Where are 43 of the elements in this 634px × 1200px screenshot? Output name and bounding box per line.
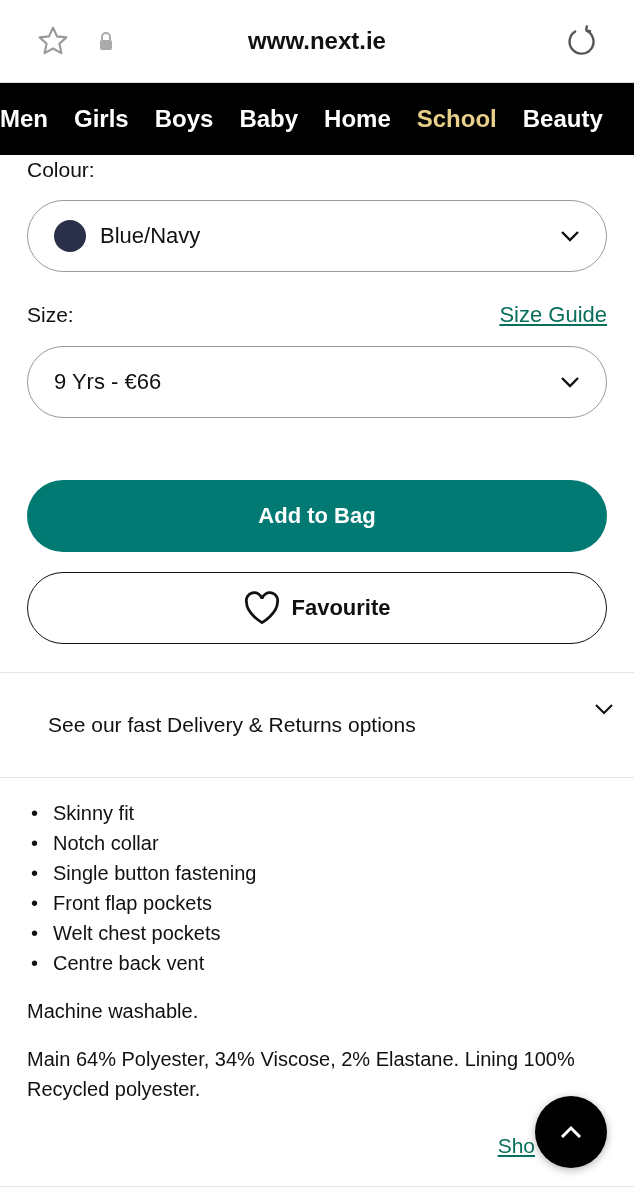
favourite-button[interactable]: Favourite <box>27 572 607 644</box>
composition-text: Main 64% Polyester, 34% Viscose, 2% Elastane. Lining 100% Recycled polyester. <box>27 1047 576 1102</box>
size-value: 9 Yrs - €66 <box>54 369 162 395</box>
size-guide-link[interactable]: Size Guide <box>499 302 607 328</box>
size-select[interactable]: 9 Yrs - €66 <box>27 346 607 418</box>
bullet-mark: • <box>31 831 39 856</box>
bullet-mark: • <box>31 801 39 826</box>
reload-icon[interactable] <box>566 25 598 57</box>
add-to-bag-button[interactable]: Add to Bag <box>27 480 607 552</box>
nav-link[interactable]: Men <box>0 105 48 133</box>
chevron-down-icon <box>560 230 580 242</box>
chevron-down-icon <box>560 376 580 388</box>
bullet-mark: • <box>31 951 39 976</box>
bullet-mark: • <box>31 891 39 916</box>
show-more-link[interactable]: Sho <box>497 1134 535 1157</box>
star-icon[interactable] <box>36 25 70 57</box>
feature-item: Single button fastening <box>53 862 257 884</box>
url-text[interactable]: www.next.ie <box>248 27 386 55</box>
feature-item: Notch collar <box>53 832 159 854</box>
heart-icon <box>243 591 282 625</box>
nav-link[interactable]: Boys <box>154 105 214 133</box>
delivery-text: See our fast Delivery & Returns options <box>48 713 416 737</box>
lock-icon <box>98 31 114 51</box>
nav-link[interactable]: Home <box>324 105 391 133</box>
feature-item: Front flap pockets <box>53 892 212 914</box>
nav-link[interactable]: Baby <box>239 105 299 133</box>
nav-link[interactable]: School <box>416 105 497 133</box>
feature-item: Skinny fit <box>53 802 135 824</box>
colour-select[interactable]: Blue/Navy <box>27 200 607 272</box>
delivery-accordion[interactable]: See our fast Delivery & Returns options <box>0 672 634 778</box>
colour-label: Colour: <box>27 158 96 182</box>
back-to-top-button[interactable] <box>535 1096 607 1168</box>
size-label: Size: <box>27 303 74 327</box>
colour-value: Blue/Navy <box>100 223 201 249</box>
feature-item: Centre back vent <box>53 952 205 974</box>
care-text: Machine washable. <box>27 999 200 1024</box>
nav-link[interactable]: Beauty <box>522 105 603 133</box>
chevron-up-icon <box>559 1125 583 1139</box>
bullet-mark: • <box>31 921 39 946</box>
feature-item: Welt chest pockets <box>53 922 221 944</box>
nav-link[interactable]: Girls <box>74 105 129 133</box>
bullet-mark: • <box>31 861 39 886</box>
chevron-icon <box>594 703 614 715</box>
